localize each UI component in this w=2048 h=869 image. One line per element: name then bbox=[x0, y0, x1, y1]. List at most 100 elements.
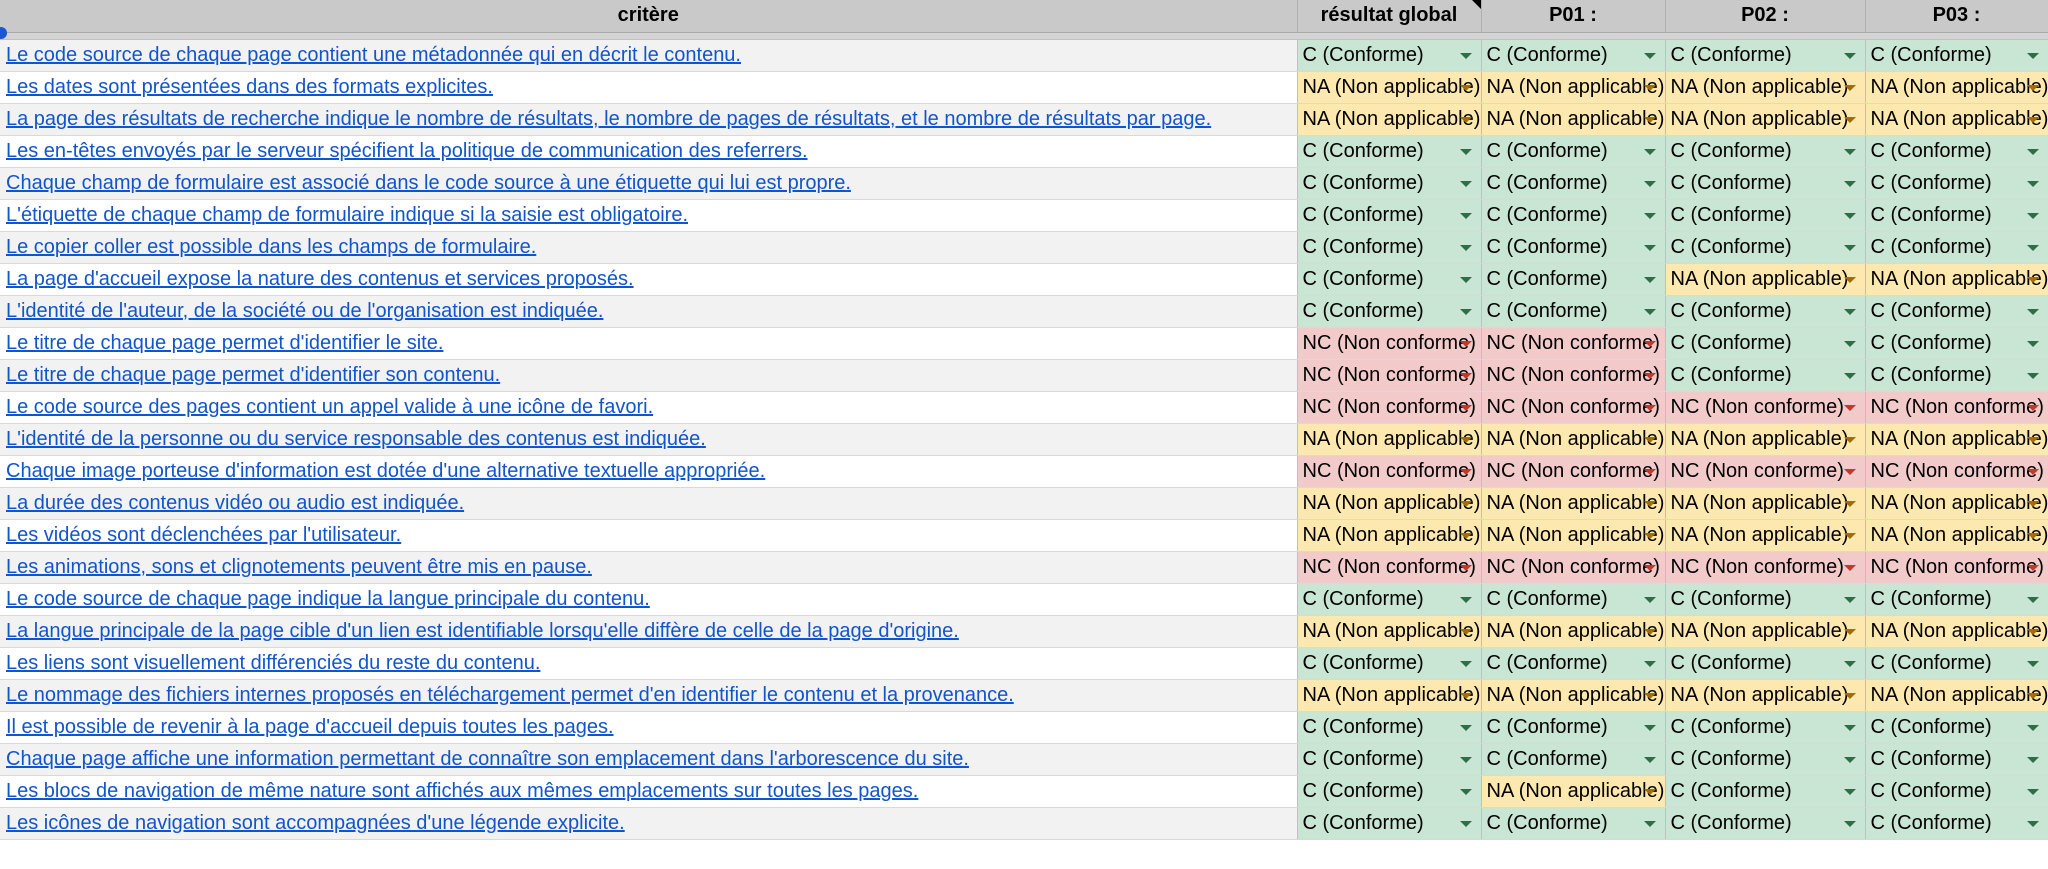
dropdown-arrow-icon[interactable] bbox=[1459, 404, 1472, 411]
p02-cell[interactable]: NA (Non applicable) bbox=[1665, 71, 1866, 104]
p01-cell[interactable]: NA (Non applicable) bbox=[1481, 103, 1666, 136]
p03-cell[interactable]: C (Conforme) bbox=[1865, 775, 2048, 808]
dropdown-arrow-icon[interactable] bbox=[1643, 596, 1656, 603]
status-dropdown[interactable]: C (Conforme) bbox=[1665, 743, 1864, 774]
status-dropdown[interactable]: C (Conforme) bbox=[1865, 743, 2047, 774]
criterion-cell[interactable]: L'étiquette de chaque champ de formulair… bbox=[0, 199, 1298, 232]
status-dropdown[interactable]: C (Conforme) bbox=[1481, 231, 1664, 262]
criterion-link[interactable]: La page des résultats de recherche indiq… bbox=[6, 108, 1211, 130]
dropdown-arrow-icon[interactable] bbox=[2026, 660, 2039, 667]
dropdown-arrow-icon[interactable] bbox=[2026, 212, 2039, 219]
global-result-cell[interactable]: NA (Non applicable) bbox=[1297, 423, 1482, 456]
dropdown-arrow-icon[interactable] bbox=[1459, 244, 1472, 251]
criterion-link[interactable]: Les icônes de navigation sont accompagné… bbox=[6, 812, 625, 834]
criterion-link[interactable]: Le code source de chaque page contient u… bbox=[6, 44, 741, 66]
dropdown-arrow-icon[interactable] bbox=[1643, 276, 1656, 283]
dropdown-arrow-icon[interactable] bbox=[2026, 436, 2039, 443]
dropdown-arrow-icon[interactable] bbox=[1843, 180, 1856, 187]
dropdown-arrow-icon[interactable] bbox=[2026, 724, 2039, 731]
dropdown-arrow-icon[interactable] bbox=[1843, 500, 1856, 507]
criterion-link[interactable]: Les liens sont visuellement différenciés… bbox=[6, 652, 540, 674]
status-dropdown[interactable]: NA (Non applicable) bbox=[1481, 423, 1664, 454]
dropdown-arrow-icon[interactable] bbox=[1843, 788, 1856, 795]
dropdown-arrow-icon[interactable] bbox=[1643, 660, 1656, 667]
status-dropdown[interactable]: C (Conforme) bbox=[1665, 583, 1864, 614]
dropdown-arrow-icon[interactable] bbox=[1843, 308, 1856, 315]
global-result-cell[interactable]: C (Conforme) bbox=[1297, 743, 1482, 776]
p02-cell[interactable]: NA (Non applicable) bbox=[1665, 615, 1866, 648]
status-dropdown[interactable]: C (Conforme) bbox=[1865, 775, 2047, 806]
p01-cell[interactable]: C (Conforme) bbox=[1481, 199, 1666, 232]
dropdown-arrow-icon[interactable] bbox=[2026, 468, 2039, 475]
status-dropdown[interactable]: C (Conforme) bbox=[1665, 167, 1864, 198]
criterion-cell[interactable]: Les en-têtes envoyés par le serveur spéc… bbox=[0, 135, 1298, 168]
dropdown-arrow-icon[interactable] bbox=[1459, 628, 1472, 635]
p03-cell[interactable]: NA (Non applicable) bbox=[1865, 71, 2048, 104]
dropdown-arrow-icon[interactable] bbox=[1643, 692, 1656, 699]
criterion-link[interactable]: Chaque champ de formulaire est associé d… bbox=[6, 172, 851, 194]
dropdown-arrow-icon[interactable] bbox=[2026, 116, 2039, 123]
p03-cell[interactable]: C (Conforme) bbox=[1865, 583, 2048, 616]
status-dropdown[interactable]: C (Conforme) bbox=[1665, 295, 1864, 326]
p01-cell[interactable]: C (Conforme) bbox=[1481, 711, 1666, 744]
criterion-cell[interactable]: Les vidéos sont déclenchées par l'utilis… bbox=[0, 519, 1298, 552]
dropdown-arrow-icon[interactable] bbox=[2026, 308, 2039, 315]
global-result-cell[interactable]: NA (Non applicable) bbox=[1297, 519, 1482, 552]
dropdown-arrow-icon[interactable] bbox=[1459, 820, 1472, 827]
dropdown-arrow-icon[interactable] bbox=[1459, 468, 1472, 475]
dropdown-arrow-icon[interactable] bbox=[1459, 788, 1472, 795]
dropdown-arrow-icon[interactable] bbox=[2026, 404, 2039, 411]
status-dropdown[interactable]: C (Conforme) bbox=[1297, 711, 1480, 742]
status-dropdown[interactable]: NA (Non applicable) bbox=[1865, 519, 2047, 550]
status-dropdown[interactable]: C (Conforme) bbox=[1297, 263, 1480, 294]
status-dropdown[interactable]: NC (Non conforme) bbox=[1481, 359, 1664, 390]
global-result-cell[interactable]: C (Conforme) bbox=[1297, 135, 1482, 168]
criterion-cell[interactable]: Chaque champ de formulaire est associé d… bbox=[0, 167, 1298, 200]
dropdown-arrow-icon[interactable] bbox=[1643, 820, 1656, 827]
dropdown-arrow-icon[interactable] bbox=[2026, 52, 2039, 59]
dropdown-arrow-icon[interactable] bbox=[1643, 500, 1656, 507]
status-dropdown[interactable]: NA (Non applicable) bbox=[1481, 679, 1664, 710]
status-dropdown[interactable]: NA (Non applicable) bbox=[1481, 519, 1664, 550]
dropdown-arrow-icon[interactable] bbox=[1643, 212, 1656, 219]
status-dropdown[interactable]: C (Conforme) bbox=[1297, 583, 1480, 614]
criterion-cell[interactable]: La langue principale de la page cible d'… bbox=[0, 615, 1298, 648]
dropdown-arrow-icon[interactable] bbox=[1643, 84, 1656, 91]
comment-indicator-icon[interactable] bbox=[1471, 0, 1480, 9]
status-dropdown[interactable]: C (Conforme) bbox=[1665, 39, 1864, 70]
criterion-link[interactable]: Le titre de chaque page permet d'identif… bbox=[6, 332, 443, 354]
dropdown-arrow-icon[interactable] bbox=[1459, 660, 1472, 667]
dropdown-arrow-icon[interactable] bbox=[1843, 532, 1856, 539]
status-dropdown[interactable]: NA (Non applicable) bbox=[1865, 487, 2047, 518]
dropdown-arrow-icon[interactable] bbox=[1843, 628, 1856, 635]
status-dropdown[interactable]: C (Conforme) bbox=[1865, 295, 2047, 326]
global-result-cell[interactable]: C (Conforme) bbox=[1297, 263, 1482, 296]
status-dropdown[interactable]: NA (Non applicable) bbox=[1297, 71, 1480, 102]
status-dropdown[interactable]: C (Conforme) bbox=[1865, 135, 2047, 166]
dropdown-arrow-icon[interactable] bbox=[1643, 756, 1656, 763]
status-dropdown[interactable]: NA (Non applicable) bbox=[1665, 487, 1864, 518]
status-dropdown[interactable]: C (Conforme) bbox=[1865, 359, 2047, 390]
p03-cell[interactable]: C (Conforme) bbox=[1865, 647, 2048, 680]
p01-cell[interactable]: C (Conforme) bbox=[1481, 263, 1666, 296]
dropdown-arrow-icon[interactable] bbox=[2026, 788, 2039, 795]
status-dropdown[interactable]: C (Conforme) bbox=[1665, 231, 1864, 262]
status-dropdown[interactable]: C (Conforme) bbox=[1665, 807, 1864, 838]
p03-cell[interactable]: C (Conforme) bbox=[1865, 39, 2048, 72]
p03-cell[interactable]: C (Conforme) bbox=[1865, 295, 2048, 328]
status-dropdown[interactable]: C (Conforme) bbox=[1865, 327, 2047, 358]
dropdown-arrow-icon[interactable] bbox=[1643, 308, 1656, 315]
p02-cell[interactable]: C (Conforme) bbox=[1665, 295, 1866, 328]
dropdown-arrow-icon[interactable] bbox=[1459, 564, 1472, 571]
dropdown-arrow-icon[interactable] bbox=[1843, 212, 1856, 219]
header-p01[interactable]: P01 : bbox=[1481, 0, 1666, 33]
criterion-link[interactable]: La durée des contenus vidéo ou audio est… bbox=[6, 492, 464, 514]
dropdown-arrow-icon[interactable] bbox=[1843, 468, 1856, 475]
p03-cell[interactable]: C (Conforme) bbox=[1865, 231, 2048, 264]
status-dropdown[interactable]: C (Conforme) bbox=[1865, 647, 2047, 678]
dropdown-arrow-icon[interactable] bbox=[1643, 148, 1656, 155]
criterion-cell[interactable]: Le code source de chaque page contient u… bbox=[0, 39, 1298, 72]
global-result-cell[interactable]: C (Conforme) bbox=[1297, 711, 1482, 744]
criterion-cell[interactable]: Les icônes de navigation sont accompagné… bbox=[0, 807, 1298, 840]
dropdown-arrow-icon[interactable] bbox=[1459, 276, 1472, 283]
